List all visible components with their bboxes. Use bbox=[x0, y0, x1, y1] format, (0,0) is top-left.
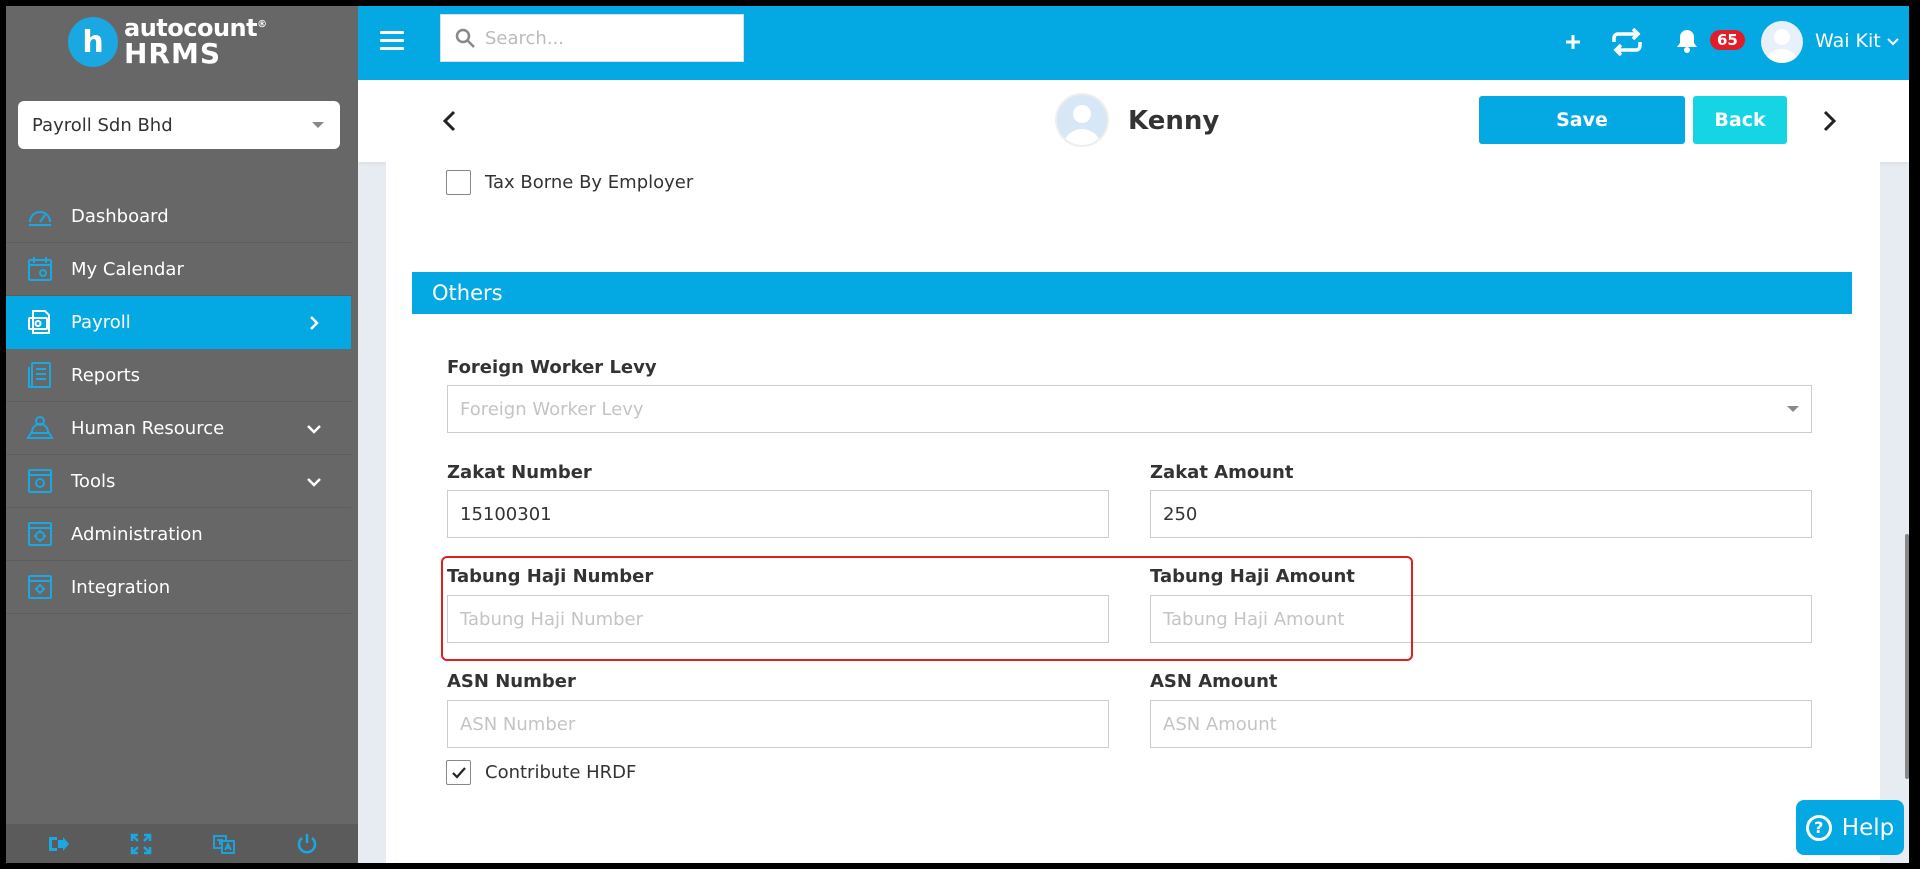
question-icon: ? bbox=[1805, 814, 1832, 841]
zakat-amount-input[interactable] bbox=[1150, 490, 1812, 538]
form-panel: Tax Borne By Employer Others Foreign Wor… bbox=[386, 162, 1880, 863]
dashboard-icon bbox=[29, 211, 51, 226]
help-button[interactable]: ? Help bbox=[1796, 800, 1904, 855]
user-icon bbox=[1064, 105, 1100, 145]
user-menu[interactable]: Wai Kit bbox=[1815, 30, 1899, 52]
zakat-number-input[interactable] bbox=[447, 490, 1109, 538]
contribute-hrdf-label: Contribute HRDF bbox=[485, 762, 637, 783]
tabung-haji-number-input[interactable] bbox=[447, 595, 1109, 643]
tax-borne-label: Tax Borne By Employer bbox=[485, 172, 694, 193]
scrollbar[interactable] bbox=[1905, 534, 1909, 779]
search-icon bbox=[455, 28, 475, 48]
search-input[interactable] bbox=[485, 27, 725, 49]
zakat-number-label: Zakat Number bbox=[447, 462, 592, 483]
sidebar-item-tools[interactable]: Tools bbox=[6, 455, 351, 508]
power-icon[interactable] bbox=[295, 832, 319, 856]
sidebar-item-dashboard[interactable]: Dashboard bbox=[6, 190, 351, 243]
checkbox-box[interactable] bbox=[446, 760, 471, 785]
sidebar-item-human-resource[interactable]: Human Resource bbox=[6, 402, 351, 455]
zakat-amount-label: Zakat Amount bbox=[1150, 462, 1294, 483]
tools-icon bbox=[28, 469, 52, 493]
previous-arrow-icon[interactable] bbox=[438, 107, 462, 135]
chevron-down-icon bbox=[1887, 38, 1899, 46]
calendar-icon bbox=[28, 257, 52, 281]
app-window: h autocount® HRMS Payroll Sdn Bhd Dashbo… bbox=[6, 6, 1909, 863]
contribute-hrdf-checkbox[interactable]: Contribute HRDF bbox=[446, 760, 636, 785]
integration-icon bbox=[28, 575, 52, 599]
user-icon bbox=[1766, 29, 1798, 63]
foreign-worker-levy-label: Foreign Worker Levy bbox=[447, 357, 657, 378]
sidebar: h autocount® HRMS Payroll Sdn Bhd Dashbo… bbox=[6, 6, 358, 863]
bell-icon[interactable] bbox=[1675, 28, 1699, 54]
employee-avatar bbox=[1055, 93, 1109, 147]
caret-down-icon bbox=[312, 122, 324, 128]
top-bar: 65 Wai Kit bbox=[358, 6, 1909, 80]
sidebar-footer bbox=[6, 824, 358, 863]
employee-name: Kenny bbox=[1128, 106, 1220, 136]
chevron-right-icon bbox=[310, 316, 319, 330]
logo-mark: h bbox=[68, 17, 118, 67]
checkbox-box[interactable] bbox=[446, 170, 471, 195]
sidebar-item-integration[interactable]: Integration bbox=[6, 561, 351, 614]
tabung-haji-amount-input[interactable] bbox=[1150, 595, 1812, 643]
chevron-down-icon bbox=[307, 478, 321, 487]
tabung-haji-amount-label: Tabung Haji Amount bbox=[1150, 566, 1355, 587]
chevron-down-icon bbox=[307, 425, 321, 434]
caret-down-icon bbox=[1787, 406, 1799, 412]
search-box bbox=[440, 14, 744, 62]
sidebar-item-reports[interactable]: Reports bbox=[6, 349, 351, 402]
asn-number-label: ASN Number bbox=[447, 671, 576, 692]
user-avatar[interactable] bbox=[1761, 21, 1803, 63]
sidebar-item-my-calendar[interactable]: My Calendar bbox=[6, 243, 351, 296]
company-select[interactable]: Payroll Sdn Bhd bbox=[18, 101, 340, 149]
sidebar-menu: Dashboard My Calendar Payroll Reports Hu… bbox=[6, 190, 351, 614]
tax-borne-checkbox[interactable]: Tax Borne By Employer bbox=[446, 170, 693, 195]
foreign-worker-levy-select[interactable] bbox=[447, 385, 1812, 433]
fullscreen-icon[interactable] bbox=[129, 832, 153, 856]
next-arrow-icon[interactable] bbox=[1817, 107, 1841, 135]
hamburger-menu-icon[interactable] bbox=[380, 31, 404, 53]
logo-hrms: HRMS bbox=[124, 37, 222, 70]
asn-amount-input[interactable] bbox=[1150, 700, 1812, 748]
save-button[interactable]: Save bbox=[1479, 96, 1685, 144]
help-label: Help bbox=[1841, 814, 1895, 841]
back-button[interactable]: Back bbox=[1693, 96, 1787, 144]
employee-header: Kenny Save Back bbox=[358, 80, 1909, 162]
sidebar-item-administration[interactable]: Administration bbox=[6, 508, 351, 561]
app-logo: h autocount® HRMS bbox=[68, 16, 267, 68]
checkmark-icon bbox=[451, 766, 466, 779]
translate-icon[interactable] bbox=[212, 832, 236, 856]
notification-badge: 65 bbox=[1710, 30, 1745, 50]
company-select-value: Payroll Sdn Bhd bbox=[32, 114, 173, 136]
human-resource-icon bbox=[26, 416, 54, 439]
user-name: Wai Kit bbox=[1815, 30, 1881, 52]
sync-icon[interactable] bbox=[1610, 28, 1644, 56]
asn-amount-label: ASN Amount bbox=[1150, 671, 1278, 692]
payroll-icon bbox=[28, 310, 50, 334]
asn-number-input[interactable] bbox=[447, 700, 1109, 748]
sidebar-item-payroll[interactable]: Payroll bbox=[6, 296, 351, 349]
administration-icon bbox=[28, 522, 52, 546]
tabung-haji-number-label: Tabung Haji Number bbox=[447, 566, 654, 587]
plus-icon[interactable] bbox=[1564, 33, 1582, 51]
reports-icon bbox=[28, 362, 51, 388]
section-title: Others bbox=[432, 281, 503, 305]
logout-icon[interactable] bbox=[46, 832, 70, 856]
section-header-others: Others bbox=[412, 272, 1852, 314]
